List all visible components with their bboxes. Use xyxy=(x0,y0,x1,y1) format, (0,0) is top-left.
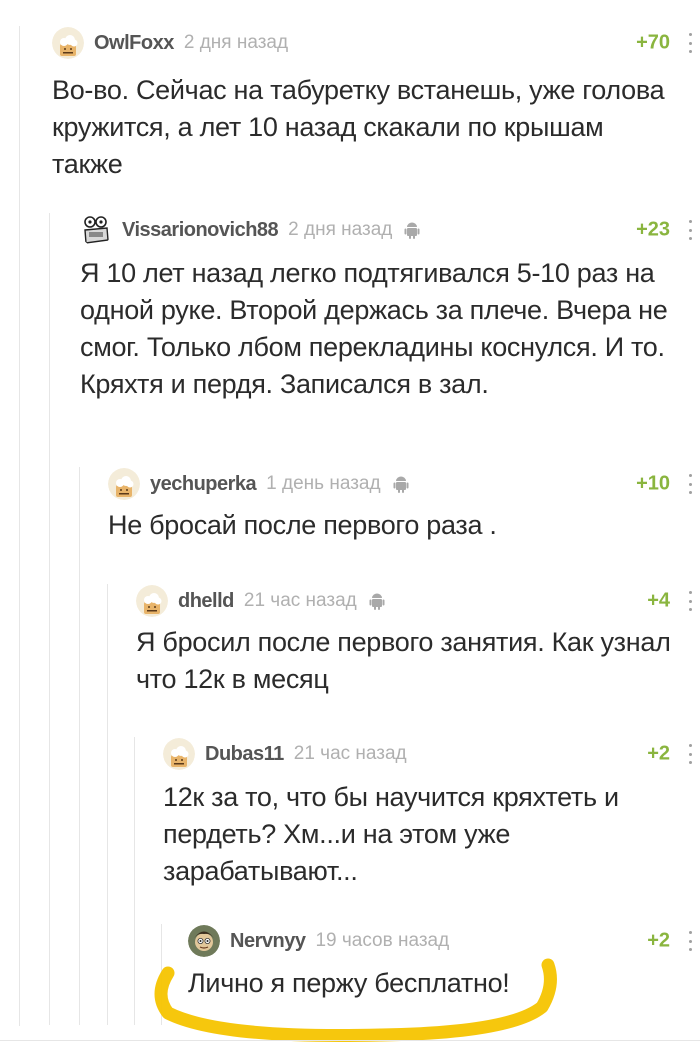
thread-line xyxy=(19,26,20,1026)
avatar[interactable] xyxy=(163,738,195,770)
timestamp: 19 часов назад xyxy=(315,930,450,951)
more-menu-icon[interactable] xyxy=(684,744,696,764)
comment-nervnyy: Nervnyy 19 часов назад +2 Лично я пержу … xyxy=(161,924,700,1025)
rating: +2 xyxy=(647,929,670,952)
username[interactable]: Nervnyy xyxy=(230,930,306,953)
thread-line xyxy=(79,467,80,1025)
more-menu-icon[interactable] xyxy=(684,931,696,951)
more-menu-icon[interactable] xyxy=(684,474,696,494)
thread-line xyxy=(49,213,50,1025)
thread-line xyxy=(134,737,135,1025)
thread-line xyxy=(107,584,108,1025)
username[interactable]: Dubas11 xyxy=(205,743,284,766)
comment-text: Я бросил после первого занятия. Как узна… xyxy=(136,627,671,694)
avatar[interactable] xyxy=(188,925,220,957)
avatar[interactable] xyxy=(80,214,112,246)
username[interactable]: Vissarionovich88 xyxy=(122,219,279,242)
rating: +2 xyxy=(647,742,670,765)
avatar[interactable] xyxy=(136,585,168,617)
comment-header: Dubas11 21 час назад +2 xyxy=(163,737,700,771)
android-icon xyxy=(404,222,420,239)
username[interactable]: dhelld xyxy=(178,590,234,613)
android-icon xyxy=(369,593,385,610)
username[interactable]: yechuperka xyxy=(150,473,257,496)
timestamp: 21 час назад xyxy=(293,743,407,764)
more-menu-icon[interactable] xyxy=(684,33,696,53)
avatar[interactable] xyxy=(52,27,84,59)
comment-header: Vissarionovich88 2 дня назад +23 xyxy=(80,213,700,247)
more-menu-icon[interactable] xyxy=(684,591,696,611)
divider xyxy=(0,1040,700,1041)
timestamp: 2 дня назад xyxy=(288,219,393,240)
android-icon xyxy=(393,476,409,493)
timestamp: 21 час назад xyxy=(243,590,357,611)
timestamp: 1 день назад xyxy=(266,473,381,494)
comment-text: 12к за то, что бы научится кряхтеть и пе… xyxy=(163,782,619,886)
more-menu-icon[interactable] xyxy=(684,220,696,240)
username[interactable]: OwlFoxx xyxy=(94,32,174,55)
comment-header: OwlFoxx 2 дня назад +70 xyxy=(52,26,700,60)
thread-line xyxy=(161,924,162,1025)
comment-text: Лично я пержу бесплатно! xyxy=(188,968,510,998)
comment-header: Nervnyy 19 часов назад +2 xyxy=(188,924,700,958)
comment-text: Не бросай после первого раза . xyxy=(108,510,497,540)
comment-text: Я 10 лет назад легко подтягивался 5-10 р… xyxy=(80,258,668,399)
timestamp: 2 дня назад xyxy=(183,32,289,53)
rating: +70 xyxy=(636,31,670,54)
avatar[interactable] xyxy=(108,468,140,500)
comment-header: yechuperka 1 день назад +10 xyxy=(108,467,700,501)
rating: +23 xyxy=(636,218,670,241)
rating: +10 xyxy=(636,472,670,495)
comment-header: dhelld 21 час назад +4 xyxy=(136,584,700,618)
comment-text: Во-во. Сейчас на табуретку встанешь, уже… xyxy=(52,75,665,179)
rating: +4 xyxy=(647,589,670,612)
